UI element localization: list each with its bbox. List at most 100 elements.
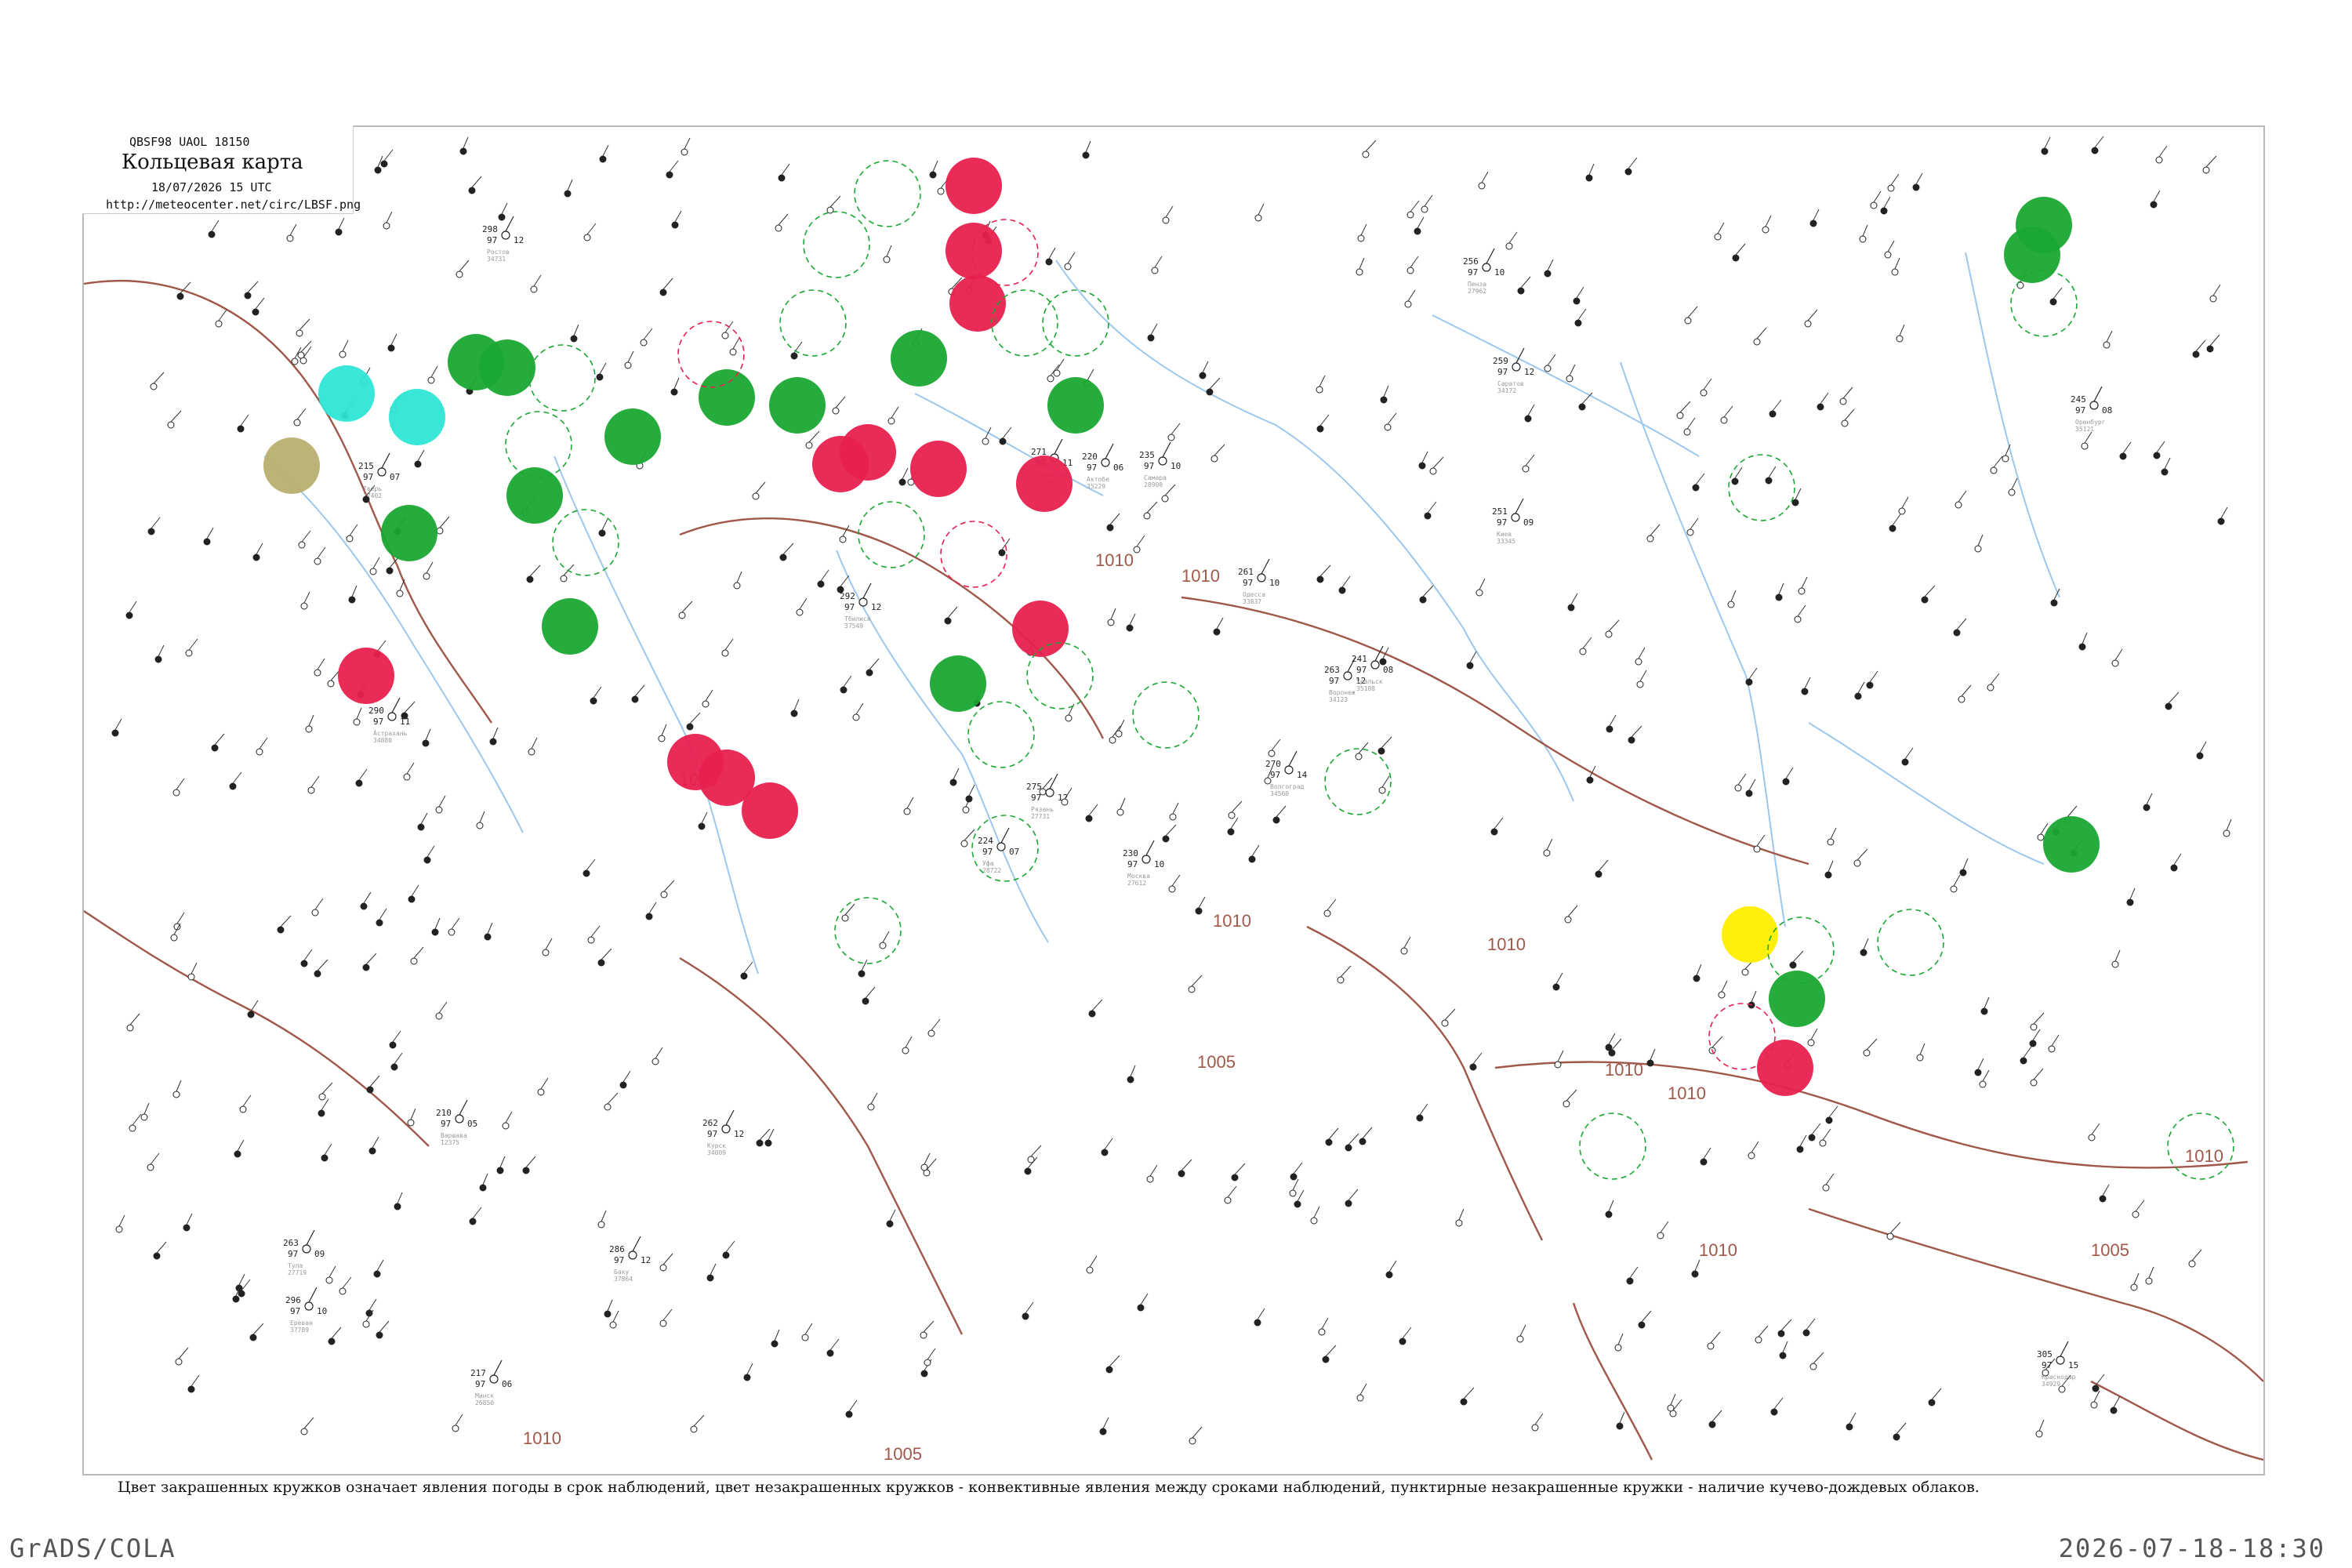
- station-marker: [2050, 599, 2058, 607]
- wind-barb: [1639, 670, 1647, 682]
- station-marker: [172, 789, 180, 797]
- station-marker: [484, 933, 492, 941]
- station-marker: [1045, 258, 1053, 266]
- wind-barb: [1711, 1410, 1722, 1422]
- wind-barb: [1508, 231, 1518, 244]
- station-marker: [1822, 1184, 1830, 1192]
- wind-barb: [1002, 426, 1012, 439]
- station-marker: [542, 949, 550, 956]
- station-pressure: 97: [441, 1119, 451, 1129]
- wind-barb: [1297, 1189, 1305, 1202]
- wind-barb: [252, 1323, 264, 1335]
- station-id: 37864: [614, 1276, 633, 1283]
- wind-barb: [2095, 1374, 2105, 1386]
- station-marker: [1316, 425, 1324, 433]
- weather-phenomenon-circle: [946, 158, 1002, 214]
- wind-barb: [1360, 223, 1367, 236]
- station-marker: [1524, 415, 1532, 423]
- station-marker: [1955, 501, 1962, 509]
- station-marker: [659, 1319, 667, 1327]
- station-id: 26850: [475, 1399, 494, 1406]
- wind-barb: [372, 557, 380, 569]
- station-marker: [318, 1109, 325, 1117]
- station-marker: [1316, 575, 1324, 583]
- wind-barb: [2044, 136, 2051, 149]
- wind-barb: [1087, 368, 1094, 381]
- station-marker: [2119, 452, 2127, 460]
- isobar-1010-north: [84, 280, 492, 724]
- weather-phenomenon-circle: [542, 598, 598, 655]
- station-temp: 290: [368, 706, 384, 716]
- station-id: 28900: [1144, 481, 1163, 488]
- wind-barb: [599, 362, 607, 375]
- wind-barb: [238, 1273, 245, 1286]
- station-pressure: 97: [290, 1306, 300, 1316]
- source-url[interactable]: http://meteocenter.net/circ/LBSF.png: [106, 198, 361, 212]
- station-marker: [743, 1374, 751, 1381]
- station-marker: [1116, 808, 1124, 816]
- wind-barb: [328, 1265, 336, 1278]
- wind-barb: [662, 278, 673, 290]
- station-marker: [389, 1041, 397, 1049]
- station-marker: [1574, 319, 1582, 327]
- wind-barb: [1171, 874, 1181, 887]
- station-marker: [2078, 643, 2086, 651]
- station-marker: [1990, 466, 1998, 474]
- wind-barb: [455, 1414, 463, 1426]
- wind-barb: [176, 1080, 182, 1092]
- station-marker: [455, 1114, 464, 1123]
- station-dewpoint: 08: [1383, 665, 1393, 675]
- station-marker: [479, 1184, 487, 1192]
- wind-barb: [2038, 1419, 2045, 1432]
- station-marker: [335, 228, 343, 236]
- station-marker: [2030, 1023, 2038, 1031]
- station-marker: [208, 230, 216, 238]
- station-marker: [167, 421, 175, 429]
- wind-barb: [1102, 1417, 1109, 1429]
- wind-barb: [1258, 203, 1265, 216]
- wind-barb: [1566, 1089, 1577, 1102]
- station-marker: [1064, 263, 1072, 270]
- wind-barb: [129, 601, 137, 613]
- station-marker: [1646, 1059, 1654, 1067]
- station-marker: [1109, 736, 1116, 744]
- wind-barb: [492, 727, 499, 739]
- station-plot: 27097 14 Волгоград34560: [1265, 750, 1308, 797]
- station-pressure: 97: [844, 602, 855, 612]
- station-marker: [1490, 828, 1498, 836]
- wind-barb: [404, 701, 416, 713]
- station-marker: [1356, 268, 1363, 276]
- wind-barb: [1424, 194, 1433, 207]
- wind-barb: [280, 915, 292, 927]
- wind-barb: [724, 638, 734, 651]
- isobar-label: 1010: [1605, 1060, 1643, 1080]
- station-marker: [1731, 477, 1739, 485]
- wind-barb: [2102, 1184, 2110, 1196]
- station-id: 27719: [288, 1269, 307, 1276]
- wind-barb: [1984, 996, 1990, 1009]
- wind-barb: [622, 1070, 631, 1083]
- station-marker: [1912, 183, 1920, 191]
- isobar-label: 1010: [523, 1428, 561, 1448]
- wind-barb: [985, 426, 992, 439]
- wind-barb: [1849, 1412, 1857, 1425]
- station-marker: [1732, 254, 1740, 262]
- wind-barb: [843, 675, 852, 688]
- station-marker: [619, 1081, 627, 1089]
- wind-barb: [351, 585, 358, 597]
- wind-barb: [1799, 1134, 1807, 1147]
- station-marker: [435, 806, 443, 814]
- wind-barb: [848, 1399, 858, 1412]
- weather-phenomenon-circle: [1757, 1040, 1813, 1096]
- station-marker: [1213, 628, 1221, 636]
- wind-barb: [379, 908, 387, 920]
- cumulonimbus-dashed-circle: [1132, 681, 1200, 749]
- wind-barb: [430, 365, 438, 378]
- wind-barb: [2158, 145, 2168, 158]
- wind-barb: [2033, 1068, 2044, 1080]
- wind-barb: [1381, 736, 1392, 749]
- wind-barb: [2051, 1034, 2060, 1047]
- station-marker: [733, 582, 741, 590]
- wind-barb: [926, 1158, 937, 1171]
- station-marker: [408, 895, 416, 903]
